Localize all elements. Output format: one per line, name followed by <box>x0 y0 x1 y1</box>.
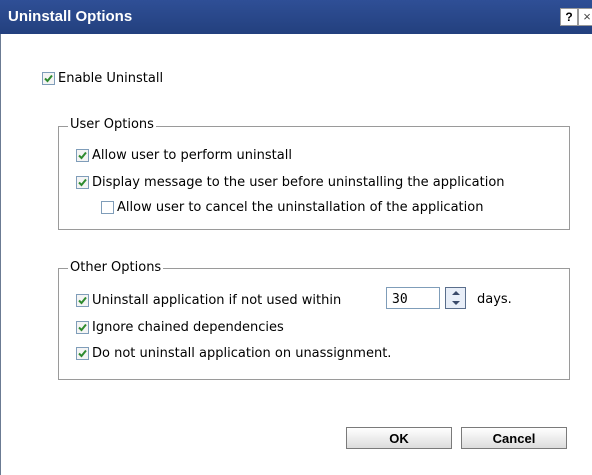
uninstall-if-unused-row[interactable]: Uninstall application if not used within <box>76 293 341 308</box>
dialog-title: Uninstall Options <box>8 8 133 25</box>
user-options-legend: User Options <box>68 117 156 132</box>
spin-down-icon[interactable] <box>446 298 465 308</box>
display-message-row[interactable]: Display message to the user before unins… <box>76 175 505 190</box>
days-label: days. <box>477 292 512 307</box>
no-uninstall-unassign-row[interactable]: Do not uninstall application on unassign… <box>76 346 391 361</box>
dialog-border <box>0 34 1 475</box>
help-button[interactable]: ? <box>560 8 578 26</box>
checkmark-icon <box>78 349 87 358</box>
checkmark-icon <box>78 296 87 305</box>
uninstall-if-unused-label: Uninstall application if not used within <box>92 293 342 308</box>
display-message-checkbox[interactable] <box>76 176 89 189</box>
checkmark-icon <box>78 151 87 160</box>
other-options-legend: Other Options <box>68 260 164 275</box>
close-button[interactable]: × <box>578 8 592 26</box>
cancel-button[interactable]: Cancel <box>461 427 567 449</box>
dialog-titlebar: Uninstall Options ? × <box>0 0 592 34</box>
allow-cancel-checkbox[interactable] <box>101 201 114 214</box>
allow-uninstall-checkbox[interactable] <box>76 149 89 162</box>
ignore-chained-row[interactable]: Ignore chained dependencies <box>76 320 284 335</box>
no-uninstall-unassign-label: Do not uninstall application on unassign… <box>92 346 392 361</box>
enable-uninstall-label: Enable Uninstall <box>58 71 164 86</box>
allow-cancel-row[interactable]: Allow user to cancel the uninstallation … <box>101 200 483 215</box>
allow-uninstall-label: Allow user to perform uninstall <box>92 148 292 163</box>
allow-cancel-label: Allow user to cancel the uninstallation … <box>117 200 484 215</box>
checkmark-icon <box>78 323 87 332</box>
days-input[interactable] <box>386 287 440 309</box>
ignore-chained-checkbox[interactable] <box>76 321 89 334</box>
display-message-label: Display message to the user before unins… <box>92 175 505 190</box>
spin-up-icon[interactable] <box>446 288 465 298</box>
no-uninstall-unassign-checkbox[interactable] <box>76 347 89 360</box>
ok-button[interactable]: OK <box>346 427 452 449</box>
enable-uninstall-checkbox[interactable] <box>42 72 55 85</box>
allow-uninstall-row[interactable]: Allow user to perform uninstall <box>76 148 292 163</box>
checkmark-icon <box>78 178 87 187</box>
enable-uninstall-row[interactable]: Enable Uninstall <box>42 71 163 86</box>
uninstall-if-unused-checkbox[interactable] <box>76 294 89 307</box>
checkmark-icon <box>44 74 53 83</box>
ignore-chained-label: Ignore chained dependencies <box>92 320 284 335</box>
days-spinner[interactable] <box>445 287 466 309</box>
